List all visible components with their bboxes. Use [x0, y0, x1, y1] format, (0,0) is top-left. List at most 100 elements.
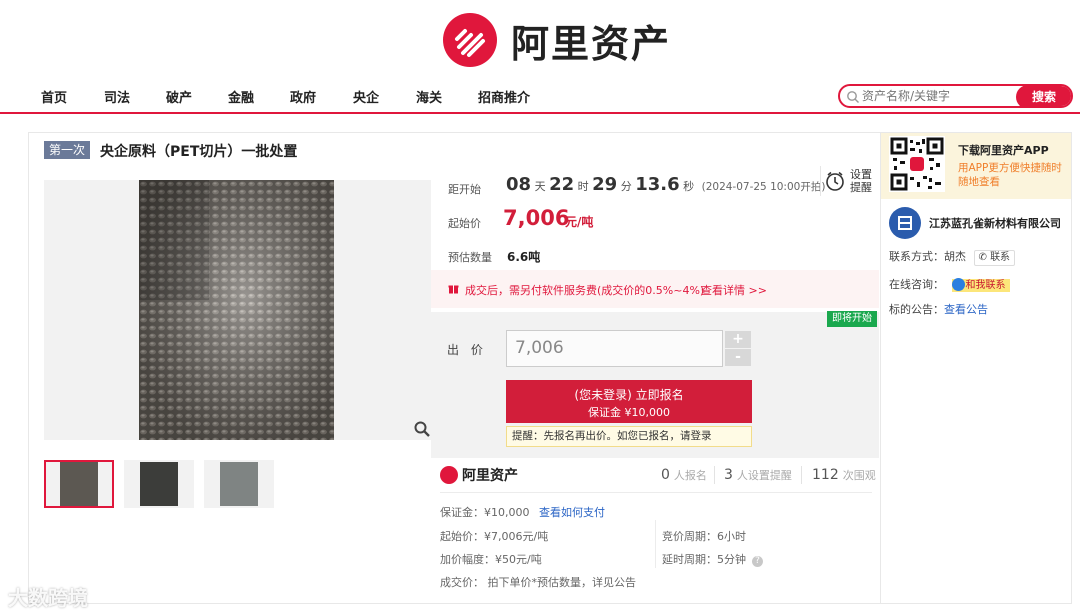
detail-delay: 延时周期：5分钟? — [662, 551, 763, 567]
countdown-seconds: 13.6 — [635, 174, 680, 195]
brand-name: 阿里资产 — [511, 21, 672, 66]
signup-count: 0 人报名 — [661, 467, 707, 483]
page-title: 央企原料（PET切片）一批处置 — [100, 144, 298, 160]
watermark: 大数跨境 — [8, 586, 88, 610]
chat-button-label: 和我联系 — [965, 280, 1006, 291]
search-button[interactable]: 搜索 — [1016, 86, 1071, 106]
contact-button[interactable]: ✆ 联系 — [973, 250, 1016, 266]
how-to-pay-link[interactable]: 查看如何支付 — [539, 506, 605, 519]
app-download-subtitle: 用APP更方便快捷随时随地查看 — [958, 162, 1062, 188]
contact-button-label: 联系 — [990, 252, 1011, 263]
signup-deposit: 保证金 ¥10,000 — [588, 406, 670, 419]
fee-notice-text: 成交后，需另付软件服务费(成交价的0.5%~4%) — [465, 284, 705, 297]
logo-mark-icon — [443, 13, 497, 67]
nav-item-bankruptcy[interactable]: 破产 — [166, 87, 192, 106]
divider — [801, 466, 802, 484]
bid-decrease-button[interactable]: - — [725, 349, 751, 366]
start-price-unit: 元/吨 — [565, 215, 594, 229]
chat-button[interactable]: 和我联系 — [951, 278, 1010, 292]
contact-label: 联系方式：胡杰 — [889, 250, 966, 263]
detail-increment: 加价幅度：¥50元/吨 — [440, 553, 542, 566]
product-photo — [139, 180, 334, 440]
nav-item-home[interactable]: 首页 — [41, 87, 67, 106]
stats-brand-name: 阿里资产 — [462, 468, 518, 484]
divider — [655, 520, 656, 568]
start-price-value: 7,006 — [503, 206, 570, 230]
detail-deal-price: 成交价： 拍下单价*预估数量，详见公告 — [440, 576, 636, 589]
search-icon — [847, 91, 859, 103]
nav-item-finance[interactable]: 金融 — [228, 87, 254, 106]
help-icon[interactable]: ? — [752, 556, 763, 567]
start-time-note: (2024-07-25 10:00开拍) — [701, 181, 826, 193]
seller-sidebar — [880, 132, 1072, 604]
reminder-count-value: 3 — [724, 467, 733, 483]
countdown-timer: 08 天 22 时 29 分 13.6 秒 (2024-07-25 10:00开… — [506, 174, 825, 195]
thumbnail-image — [60, 462, 98, 506]
bid-increase-button[interactable]: + — [725, 331, 751, 348]
signup-label: (您未登录) 立即报名 — [574, 388, 684, 402]
view-notice-link[interactable]: 查看公告 — [944, 303, 988, 316]
brand-logo[interactable]: 阿里资产 — [443, 12, 671, 68]
chat-icon — [951, 278, 965, 291]
qr-code-icon — [889, 136, 945, 192]
nav-item-soe[interactable]: 央企 — [353, 87, 379, 106]
thumbnail-1[interactable] — [44, 460, 114, 508]
unit-days: 天 — [534, 180, 546, 193]
start-price-label: 起始价 — [448, 217, 481, 230]
quantity-value: 6.6吨 — [507, 250, 541, 264]
divider — [440, 492, 872, 493]
reminder-label: 设置提醒 — [850, 168, 872, 194]
unit-minutes: 分 — [620, 180, 632, 193]
notice-row: 标的公告：查看公告 — [889, 301, 988, 317]
bid-amount-field[interactable]: 7,006 — [506, 330, 723, 367]
signup-count-label: 人报名 — [673, 469, 707, 482]
online-consult-row: 在线咨询： 和我联系 — [889, 276, 1010, 292]
nav-item-customs[interactable]: 海关 — [416, 87, 442, 106]
status-badge: 即将开始 — [827, 311, 877, 327]
search-input[interactable] — [862, 88, 1012, 104]
company-name[interactable]: 江苏蓝孔雀新材料有限公司 — [929, 215, 1061, 231]
search-bar: 搜索 — [838, 84, 1073, 108]
view-count-value: 112 — [812, 467, 839, 483]
alarm-clock-icon — [826, 171, 844, 191]
detail-deposit: 保证金：¥10,000 查看如何支付 — [440, 504, 605, 520]
nav-item-judicial[interactable]: 司法 — [104, 87, 130, 106]
countdown-minutes: 29 — [592, 174, 618, 195]
countdown-hours: 22 — [549, 174, 575, 195]
logo-mark-icon — [440, 466, 458, 484]
company-avatar — [889, 207, 921, 239]
reminder-count-label: 人设置提醒 — [736, 469, 792, 482]
quantity-label: 预估数量 — [448, 251, 492, 264]
online-consult-label: 在线咨询： — [889, 278, 944, 291]
bid-label: 出 价 — [447, 343, 487, 357]
thumbnail-image — [140, 462, 178, 506]
signup-count-value: 0 — [661, 467, 670, 483]
divider — [714, 466, 715, 484]
image-viewer[interactable] — [44, 180, 431, 440]
thumbnail-3[interactable] — [204, 460, 274, 508]
countdown-label: 距开始 — [448, 183, 481, 196]
view-count: 112 次围观 — [812, 467, 876, 483]
detail-cycle: 竞价周期：6小时 — [662, 530, 746, 543]
signup-button[interactable]: (您未登录) 立即报名 保证金 ¥10,000 — [506, 380, 752, 423]
login-hint[interactable]: 提醒：先报名再出价。如您已报名，请登录 — [506, 426, 752, 447]
contact-row: 联系方式：胡杰 ✆ 联系 — [889, 248, 1016, 266]
reminder-count: 3 人设置提醒 — [724, 467, 792, 483]
round-badge: 第一次 — [44, 141, 91, 159]
detail-start-price: 起始价：¥7,006元/吨 — [440, 530, 549, 543]
app-download-title: 下载阿里资产APP — [958, 144, 1049, 157]
thumbnail-image — [220, 462, 258, 506]
zoom-icon[interactable] — [413, 420, 431, 438]
nav-item-government[interactable]: 政府 — [290, 87, 316, 106]
view-count-label: 次围观 — [842, 469, 876, 482]
deposit-text: 保证金：¥10,000 — [440, 506, 530, 519]
delay-text: 延时周期：5分钟 — [662, 553, 746, 566]
unit-hours: 时 — [577, 180, 589, 193]
thumbnail-2[interactable] — [124, 460, 194, 508]
gift-icon — [448, 285, 459, 294]
countdown-days: 08 — [506, 174, 532, 195]
notice-label: 标的公告： — [889, 303, 944, 316]
fee-detail-link[interactable]: 查看详情 >> — [701, 282, 767, 298]
stats-brand: 阿里资产 — [440, 465, 518, 485]
nav-item-investment[interactable]: 招商推介 — [478, 87, 530, 106]
